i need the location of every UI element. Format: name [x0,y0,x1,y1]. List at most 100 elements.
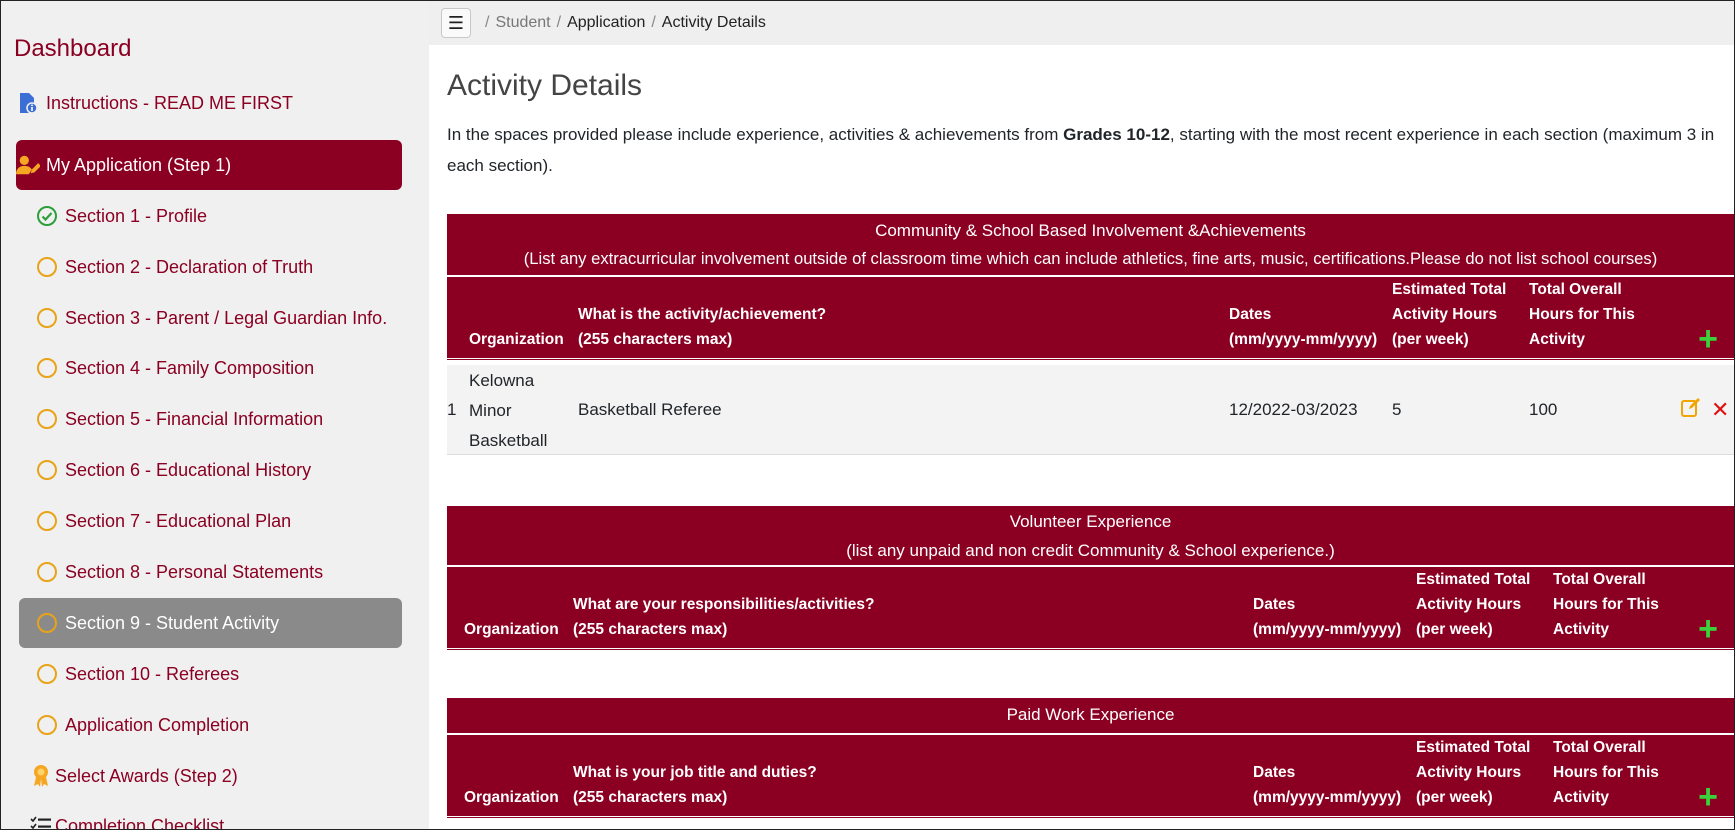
col-est-line-1: Estimated Total [1416,739,1531,756]
intro-text-start: In the spaces provided please include ex… [447,125,1064,144]
add-community-button[interactable]: + [1698,322,1718,356]
col-organization: Organization [469,331,564,348]
plus-icon: + [1698,320,1718,358]
col-total-line-1: Total Overall [1553,739,1646,756]
col-dates-line-2: (mm/yyyy-mm/yyyy) [1253,621,1402,638]
sidebar-item-section-5[interactable]: Section 5 - Financial Information [35,394,421,444]
community-column-headers: Organization What is the activity/achiev… [447,277,1734,361]
col-dates-line-1: Dates [1229,306,1272,323]
circle-icon [35,255,59,279]
user-edit-icon [16,153,40,177]
org-line-2: Minor [469,401,512,420]
sidebar-item-label: Completion Checklist [55,815,225,830]
sidebar-item-section-8[interactable]: Section 8 - Personal Statements [35,547,421,597]
award-icon [29,764,53,788]
delete-row-button[interactable]: ✕ [1711,365,1729,455]
paid-work-column-headers: Organization What is your job title and … [447,735,1734,819]
volunteer-section-title: Volunteer Experience [1009,512,1172,531]
volunteer-section-header: Volunteer Experience (list any unpaid an… [447,506,1734,567]
row-total-hours: 100 [1529,400,1558,419]
edit-icon [1680,396,1702,424]
col-job-line-1: What is your job title and duties? [573,764,817,781]
sidebar-item-section-1[interactable]: Section 1 - Profile [35,191,421,241]
col-est-line-1: Estimated Total [1392,281,1507,298]
col-dates-line-2: (mm/yyyy-mm/yyyy) [1253,789,1402,806]
community-section: Community & School Based Involvement &Ac… [447,214,1734,361]
sidebar: Dashboard Instructions - READ ME FIRST M… [1,1,429,829]
sidebar-item-completion-checklist[interactable]: Completion Checklist [29,801,415,829]
col-organization: Organization [464,621,559,638]
community-section-header: Community & School Based Involvement &Ac… [447,214,1734,277]
col-est-line-3: (per week) [1416,789,1493,806]
sidebar-item-label: Section 3 - Parent / Legal Guardian Info… [65,307,388,328]
edit-row-button[interactable] [1680,365,1702,455]
sidebar-item-label: Section 4 - Family Composition [65,357,315,378]
col-total-hours: Total Overall Hours for This Activity [1553,567,1659,642]
table-row: 1 Kelowna Minor Basketball Basketball Re… [447,365,1734,455]
sidebar-item-section-9[interactable]: Section 9 - Student Activity [19,598,402,648]
col-activity-line-2: (255 characters max) [578,331,733,348]
col-total-line-1: Total Overall [1529,281,1622,298]
page-title: Activity Details [447,69,643,102]
sidebar-item-section-10[interactable]: Section 10 - Referees [35,649,421,699]
breadcrumb-separator: / [556,14,562,31]
volunteer-column-headers: Organization What are your responsibilit… [447,567,1734,651]
add-volunteer-button[interactable]: + [1698,612,1718,646]
row-number: 1 [447,400,457,419]
row-estimated-hours: 5 [1392,400,1402,419]
col-job-title: What is your job title and duties? (255 … [573,760,817,810]
col-activity-line-1: What is the activity/achievement? [578,306,827,323]
sidebar-item-section-4[interactable]: Section 4 - Family Composition [35,343,421,393]
col-est-line-1: Estimated Total [1416,571,1531,588]
close-icon: ✕ [1711,397,1730,422]
breadcrumb-application[interactable]: Application [567,14,645,32]
col-dates: Dates (mm/yyyy-mm/yyyy) [1253,760,1401,810]
volunteer-section-subtitle: (list any unpaid and non credit Communit… [846,541,1335,560]
org-line-3: Basketball [469,431,548,450]
circle-icon [35,611,59,635]
sidebar-item-application-completion[interactable]: Application Completion [35,700,421,750]
menu-toggle-button[interactable]: ☰ [441,8,471,38]
volunteer-section: Volunteer Experience (list any unpaid an… [447,506,1734,651]
org-line-1: Kelowna [469,371,535,390]
sidebar-item-section-6[interactable]: Section 6 - Educational History [35,445,421,495]
sidebar-item-my-application[interactable]: My Application (Step 1) [16,140,402,190]
col-estimated-hours: Estimated Total Activity Hours (per week… [1416,567,1530,642]
circle-icon [35,713,59,737]
plus-icon: + [1698,778,1718,816]
circle-icon [35,662,59,686]
sidebar-item-label: Section 1 - Profile [65,205,208,226]
circle-icon [35,407,59,431]
sidebar-item-select-awards[interactable]: Select Awards (Step 2) [29,751,415,801]
community-section-title: Community & School Based Involvement &Ac… [875,221,1306,240]
sidebar-item-section-2[interactable]: Section 2 - Declaration of Truth [35,242,421,292]
col-estimated-hours: Estimated Total Activity Hours (per week… [1416,735,1530,810]
sidebar-item-label: Section 10 - Referees [65,663,240,684]
file-info-icon [16,91,40,115]
sidebar-item-label: Select Awards (Step 2) [55,765,238,786]
paid-work-section: Paid Work Experience Organization What i… [447,698,1734,819]
col-job-line-2: (255 characters max) [573,789,728,806]
sidebar-item-instructions[interactable]: Instructions - READ ME FIRST [16,78,402,128]
col-total-line-3: Activity [1553,789,1609,806]
col-organization: Organization [464,789,559,806]
col-total-hours: Total Overall Hours for This Activity [1529,277,1635,352]
add-paid-work-button[interactable]: + [1698,780,1718,814]
main-content: Activity Details In the spaces provided … [429,45,1734,829]
col-est-line-2: Activity Hours [1392,306,1498,323]
community-section-subtitle: (List any extracurricular involvement ou… [523,249,1658,268]
circle-icon [35,560,59,584]
sidebar-item-label: Section 2 - Declaration of Truth [65,256,314,277]
circle-icon [35,306,59,330]
sidebar-item-label: Section 9 - Student Activity [65,612,280,633]
col-total-line-3: Activity [1529,331,1585,348]
check-circle-icon [35,204,59,228]
sidebar-item-section-3[interactable]: Section 3 - Parent / Legal Guardian Info… [35,293,421,343]
breadcrumb-student[interactable]: Student [495,14,550,32]
col-total-line-2: Hours for This [1553,596,1659,613]
hamburger-icon: ☰ [447,12,465,33]
sidebar-item-label: Instructions - READ ME FIRST [46,92,294,113]
sidebar-item-section-7[interactable]: Section 7 - Educational Plan [35,496,421,546]
col-dates: Dates (mm/yyyy-mm/yyyy) [1253,592,1401,642]
circle-icon [35,509,59,533]
